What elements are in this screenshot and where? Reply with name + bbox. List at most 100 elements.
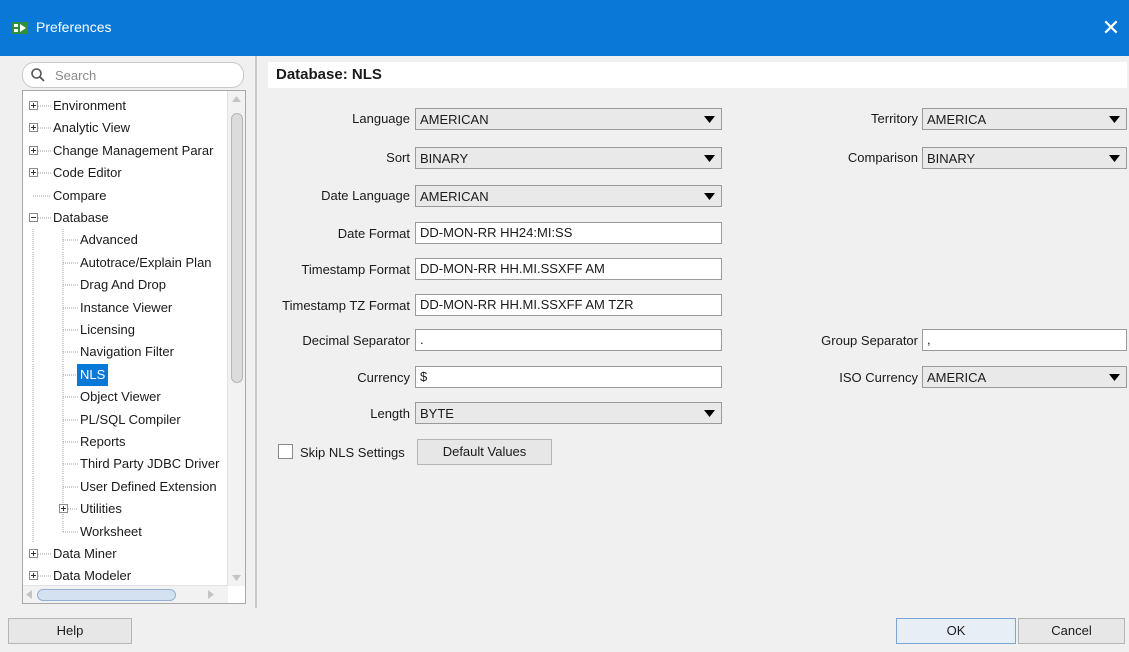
scroll-up-icon[interactable] <box>232 96 241 102</box>
tree-item[interactable]: Change Management Parar <box>23 140 228 162</box>
tree-item[interactable]: User Defined Extension <box>23 475 228 498</box>
tree-item[interactable]: Environment <box>23 95 228 117</box>
expand-icon[interactable] <box>29 571 38 581</box>
comparison-value: BINARY <box>927 151 976 166</box>
scrollbar-thumb[interactable] <box>231 113 243 383</box>
currency-field[interactable]: $ <box>415 366 722 388</box>
tree-item[interactable]: NLS <box>23 363 228 386</box>
comparison-select[interactable]: BINARY <box>922 147 1127 169</box>
tree-item-label: Third Party JDBC Driver <box>80 456 220 472</box>
timestamp-tz-format-label: Timestamp TZ Format <box>282 298 410 313</box>
tree-item[interactable]: Code Editor <box>23 162 228 184</box>
tree-item-label: Database <box>53 210 109 225</box>
date-language-value: AMERICAN <box>420 189 489 204</box>
tree-item[interactable]: Compare <box>23 185 228 207</box>
territory-value: AMERICA <box>927 112 987 127</box>
tree-guide-lines <box>32 363 78 386</box>
tree-item-label: Object Viewer <box>80 389 161 405</box>
currency-label: Currency <box>357 370 410 385</box>
tree-item[interactable]: Object Viewer <box>23 386 228 409</box>
chevron-down-icon <box>704 193 715 200</box>
search-box[interactable] <box>22 62 244 88</box>
iso-currency-select[interactable]: AMERICA <box>922 366 1127 388</box>
tree-guide-lines <box>32 274 78 297</box>
chevron-down-icon <box>704 410 715 417</box>
tree-item-label: Environment <box>53 98 126 113</box>
tree-item[interactable]: Drag And Drop <box>23 274 228 297</box>
sort-select[interactable]: BINARY <box>415 147 722 169</box>
search-input[interactable] <box>53 65 237 85</box>
close-icon[interactable]: ✕ <box>1097 14 1125 42</box>
preferences-tree: Environment Analytic View Change Managemen… <box>22 90 246 604</box>
timestamp-tz-format-field[interactable]: DD-MON-RR HH.MI.SSXFF AM TZR <box>415 294 722 316</box>
search-icon <box>31 68 45 82</box>
tree-guide-lines <box>32 341 78 364</box>
tree-item-label: PL/SQL Compiler <box>80 411 181 427</box>
tree-guide-lines <box>32 475 78 498</box>
scrollbar-thumb[interactable] <box>37 589 176 601</box>
tree-item-label: Licensing <box>80 322 135 337</box>
tree-item-label: Data Miner <box>53 546 117 561</box>
language-select[interactable]: AMERICAN <box>415 108 722 130</box>
default-values-button[interactable]: Default Values <box>417 439 552 465</box>
tree-item[interactable]: Navigation Filter <box>23 341 228 364</box>
length-select[interactable]: BYTE <box>415 402 722 424</box>
collapse-icon[interactable] <box>29 213 38 222</box>
decimal-separator-label: Decimal Separator <box>302 333 410 348</box>
cancel-button[interactable]: Cancel <box>1018 618 1125 644</box>
tree-item-label: NLS <box>77 363 109 386</box>
date-language-select[interactable]: AMERICAN <box>415 185 722 207</box>
help-button[interactable]: Help <box>8 618 132 644</box>
expand-icon[interactable] <box>29 168 38 178</box>
language-label: Language <box>352 111 410 126</box>
decimal-separator-field[interactable]: . <box>415 329 722 351</box>
tree-horizontal-scrollbar[interactable] <box>23 585 228 603</box>
sort-label: Sort <box>386 150 410 165</box>
tree-item-label: Autotrace/Explain Plan <box>80 254 212 270</box>
scroll-right-icon[interactable] <box>208 590 214 599</box>
ok-button[interactable]: OK <box>896 618 1016 644</box>
expand-icon[interactable] <box>29 549 38 558</box>
tree-item-label: Code Editor <box>53 165 122 181</box>
territory-label: Territory <box>871 111 918 126</box>
tree-item[interactable]: PL/SQL Compiler <box>23 408 228 431</box>
tree-item[interactable]: Database <box>23 207 228 229</box>
iso-currency-value: AMERICA <box>927 370 987 385</box>
tree-item[interactable]: Licensing <box>23 319 228 341</box>
tree-item-label: Change Management Parar <box>53 142 214 158</box>
window-title: Preferences <box>36 19 112 35</box>
tree-item[interactable]: Third Party JDBC Driver <box>23 453 228 476</box>
splitter[interactable] <box>255 56 257 608</box>
group-separator-field[interactable]: , <box>922 329 1127 351</box>
date-format-field[interactable]: DD-MON-RR HH24:MI:SS <box>415 222 722 244</box>
timestamp-format-label: Timestamp Format <box>301 262 410 277</box>
tree-item[interactable]: Data Miner <box>23 543 228 565</box>
expand-icon[interactable] <box>59 504 68 514</box>
scroll-down-icon[interactable] <box>232 575 241 581</box>
tree-item[interactable]: Worksheet <box>23 520 228 543</box>
chevron-down-icon <box>1109 116 1120 123</box>
expand-icon[interactable] <box>29 145 38 155</box>
skip-nls-label[interactable]: Skip NLS Settings <box>300 445 405 460</box>
territory-select[interactable]: AMERICA <box>922 108 1127 130</box>
date-format-label: Date Format <box>337 226 410 241</box>
timestamp-format-field[interactable]: DD-MON-RR HH.MI.SSXFF AM <box>415 258 722 280</box>
date-language-label: Date Language <box>321 188 410 203</box>
tree-guide-lines <box>32 296 78 319</box>
app-icon <box>12 22 28 34</box>
tree-guide-lines <box>32 453 78 476</box>
chevron-down-icon <box>1109 374 1120 381</box>
tree-vertical-scrollbar[interactable] <box>227 91 245 586</box>
tree-item[interactable]: Analytic View <box>23 117 228 139</box>
tree-item[interactable]: Utilities <box>23 498 228 521</box>
scroll-left-icon[interactable] <box>26 590 32 599</box>
tree-item-label: Analytic View <box>53 120 131 136</box>
tree-item[interactable]: Reports <box>23 431 228 453</box>
skip-nls-checkbox[interactable] <box>278 444 293 459</box>
tree-item[interactable]: Autotrace/Explain Plan <box>23 251 228 274</box>
expand-icon[interactable] <box>29 101 38 110</box>
tree-item[interactable]: Advanced <box>23 229 228 252</box>
expand-icon[interactable] <box>29 123 38 133</box>
tree-item[interactable]: Instance Viewer <box>23 296 228 319</box>
tree-item-label: Reports <box>80 434 126 449</box>
